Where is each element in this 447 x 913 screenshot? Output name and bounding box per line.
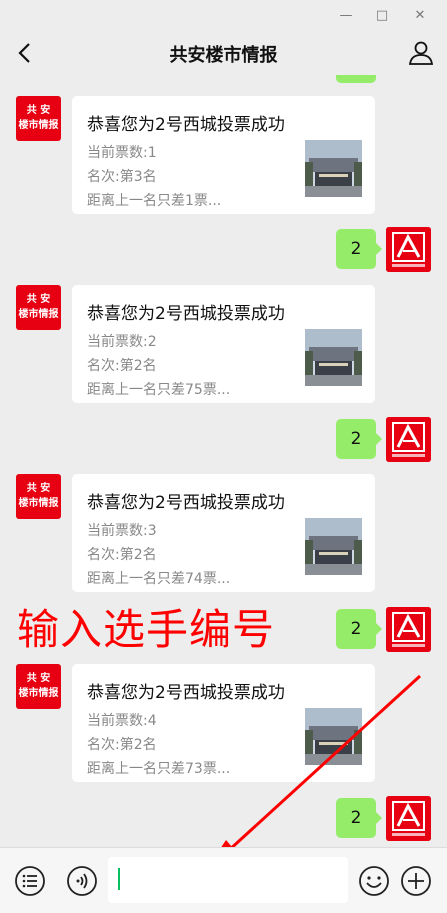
- card-votes: 当前票数:1: [87, 145, 157, 161]
- user-avatar[interactable]: [386, 796, 431, 841]
- user-avatar-logo: [386, 417, 431, 462]
- user-avatar-logo: [386, 607, 431, 652]
- chat-header: 共安楼市情报: [0, 33, 447, 75]
- message-input[interactable]: [108, 857, 348, 903]
- annotation-text: 输入选手编号: [17, 605, 276, 654]
- card-gap: 距离上一名只差1票...: [87, 193, 222, 209]
- account-avatar[interactable]: 共 安 楼市情报: [16, 96, 61, 141]
- card-rank: 名次:第2名: [87, 547, 157, 563]
- card-title: 恭喜您为2号西城投票成功: [87, 115, 285, 135]
- user-avatar[interactable]: [386, 227, 431, 272]
- user-profile-icon[interactable]: [407, 39, 435, 67]
- vote-result-card[interactable]: 恭喜您为2号西城投票成功 当前票数:3 名次:第2名 距离上一名只差74票...: [72, 474, 375, 592]
- reply-bubble[interactable]: 2: [336, 609, 382, 649]
- maximize-icon[interactable]: □: [372, 6, 392, 26]
- building-thumbnail: [305, 329, 362, 386]
- reply-bubble[interactable]: 2: [336, 798, 382, 838]
- card-votes: 当前票数:4: [87, 713, 157, 729]
- account-avatar[interactable]: 共 安 楼市情报: [16, 285, 61, 330]
- account-avatar[interactable]: 共 安 楼市情报: [16, 474, 61, 519]
- building-thumbnail: [305, 518, 362, 575]
- card-rank: 名次:第3名: [87, 169, 157, 185]
- menu-list-icon[interactable]: [14, 865, 46, 897]
- minimize-icon[interactable]: —: [336, 6, 356, 26]
- emoji-icon[interactable]: [358, 865, 390, 897]
- user-avatar-logo: [386, 227, 431, 272]
- vote-result-card[interactable]: 恭喜您为2号西城投票成功 当前票数:4 名次:第2名 距离上一名只差73票...: [72, 664, 375, 782]
- text-cursor: [118, 868, 120, 890]
- card-title: 恭喜您为2号西城投票成功: [87, 304, 285, 324]
- message-input-bar: [0, 847, 447, 913]
- voice-icon[interactable]: [66, 865, 98, 897]
- vote-result-card[interactable]: 恭喜您为2号西城投票成功 当前票数:1 名次:第3名 距离上一名只差1票...: [72, 96, 375, 214]
- reply-bubble[interactable]: 2: [336, 419, 382, 459]
- card-gap: 距离上一名只差73票...: [87, 761, 231, 777]
- account-avatar[interactable]: 共 安 楼市情报: [16, 664, 61, 709]
- reply-bubble[interactable]: 2: [336, 229, 382, 269]
- card-votes: 当前票数:2: [87, 334, 157, 350]
- card-rank: 名次:第2名: [87, 358, 157, 374]
- plus-icon[interactable]: [400, 865, 432, 897]
- reply-bubble-partial: [336, 75, 376, 83]
- chat-title: 共安楼市情报: [169, 45, 278, 66]
- card-gap: 距离上一名只差75票...: [87, 382, 231, 398]
- building-thumbnail: [305, 140, 362, 197]
- user-avatar[interactable]: [386, 417, 431, 462]
- card-title: 恭喜您为2号西城投票成功: [87, 683, 285, 703]
- card-gap: 距离上一名只差74票...: [87, 571, 231, 587]
- card-rank: 名次:第2名: [87, 737, 157, 753]
- close-icon[interactable]: ✕: [410, 6, 430, 26]
- card-title: 恭喜您为2号西城投票成功: [87, 493, 285, 513]
- vote-result-card[interactable]: 恭喜您为2号西城投票成功 当前票数:2 名次:第2名 距离上一名只差75票...: [72, 285, 375, 403]
- window-titlebar: — □ ✕: [0, 0, 447, 33]
- chat-message-list[interactable]: 共 安 楼市情报 恭喜您为2号西城投票成功 当前票数:1 名次:第3名 距离上一…: [0, 75, 447, 847]
- user-avatar[interactable]: [386, 607, 431, 652]
- card-votes: 当前票数:3: [87, 523, 157, 539]
- building-thumbnail: [305, 708, 362, 765]
- user-avatar-logo: [386, 796, 431, 841]
